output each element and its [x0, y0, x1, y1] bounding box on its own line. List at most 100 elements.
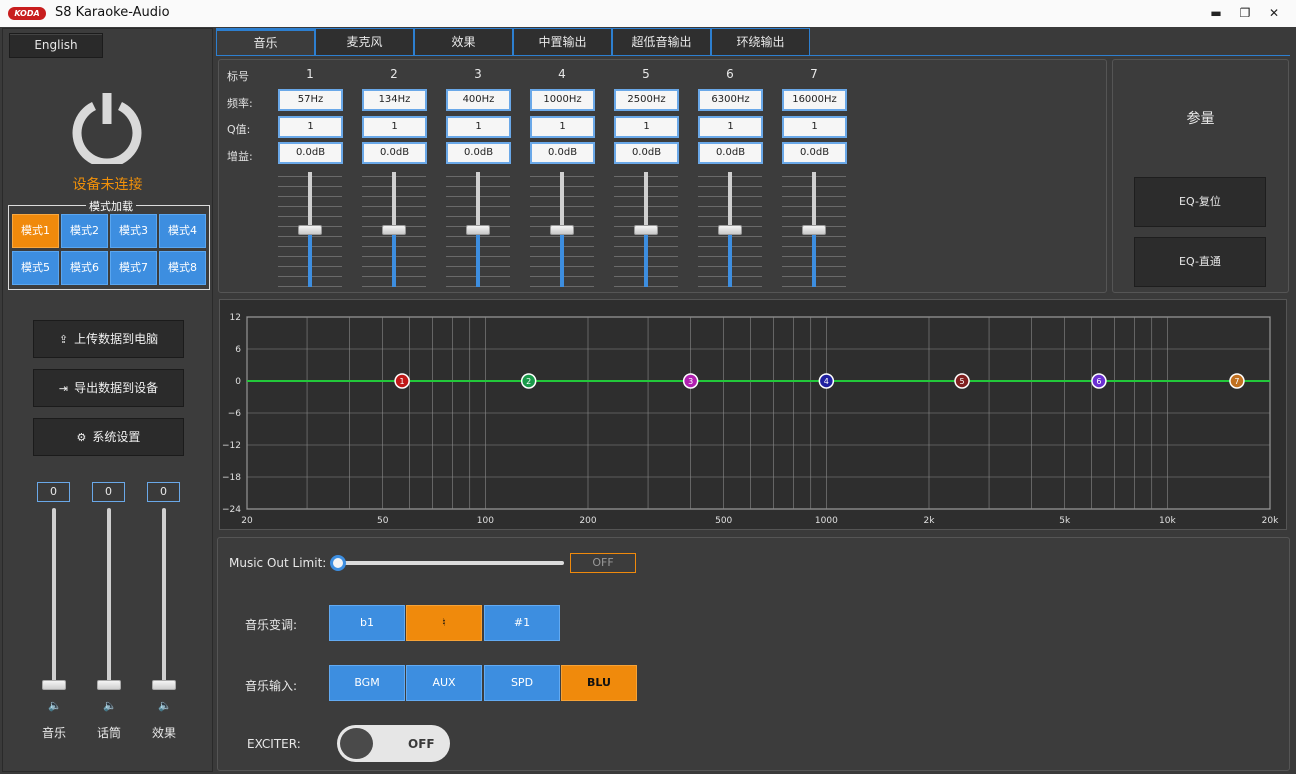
mode-button-6[interactable]: 模式6: [61, 251, 108, 285]
band-gain-2[interactable]: 0.0dB: [362, 142, 427, 164]
band-q-2[interactable]: 1: [362, 116, 427, 138]
mode-button-5[interactable]: 模式5: [12, 251, 59, 285]
eq-curve-graph[interactable]: 1260−6−12−18−2420 50 100 200 500 1000 2k 5k 10k 2…: [219, 299, 1287, 530]
mode-button-7[interactable]: 模式7: [110, 251, 157, 285]
speaker-icon[interactable]: 🔈: [48, 699, 62, 712]
band-gain-thumb-4[interactable]: [550, 225, 574, 235]
volume-thumb-2[interactable]: [97, 680, 121, 690]
exciter-toggle-knob[interactable]: [340, 728, 373, 759]
action-button-1[interactable]: ⇪ 上传数据到电脑: [33, 320, 184, 358]
band-gain-fill-4: [560, 230, 564, 287]
band-freq-7[interactable]: 16000Hz: [782, 89, 847, 111]
band-freq-6[interactable]: 6300Hz: [698, 89, 763, 111]
band-q-7[interactable]: 1: [782, 116, 847, 138]
input-button-1[interactable]: BGM: [329, 665, 405, 701]
band-gain-7[interactable]: 0.0dB: [782, 142, 847, 164]
pitch-button-2[interactable]: ♮: [406, 605, 482, 641]
tab-4[interactable]: 中置输出: [513, 28, 612, 56]
mode-button-1[interactable]: 模式1: [12, 214, 59, 248]
graph-x-tick: 100: [477, 516, 494, 526]
volume-value-1[interactable]: 0: [37, 482, 70, 502]
speaker-icon[interactable]: 🔈: [103, 699, 117, 712]
action-button-3[interactable]: ⚙ 系统设置: [33, 418, 184, 456]
volume-thumb-3[interactable]: [152, 680, 176, 690]
band-gain-thumb-6[interactable]: [718, 225, 742, 235]
volume-track-1[interactable]: [52, 508, 56, 684]
band-gain-3[interactable]: 0.0dB: [446, 142, 511, 164]
band-q-5[interactable]: 1: [614, 116, 679, 138]
pitch-button-3[interactable]: #1: [484, 605, 560, 641]
band-freq-1[interactable]: 57Hz: [278, 89, 343, 111]
band-q-6[interactable]: 1: [698, 116, 763, 138]
close-button[interactable]: ✕: [1264, 4, 1284, 22]
input-button-4[interactable]: BLU: [561, 665, 637, 701]
eq-point-label-4: 4: [824, 377, 829, 386]
language-button[interactable]: English: [9, 33, 103, 58]
band-gain-fill-6: [728, 230, 732, 287]
volume-label-2: 话筒: [97, 726, 122, 740]
band-freq-4[interactable]: 1000Hz: [530, 89, 595, 111]
band-gain-fill-3: [476, 230, 480, 287]
graph-x-tick: 5k: [1059, 516, 1071, 526]
speaker-icon[interactable]: 🔈: [158, 699, 172, 712]
tab-6[interactable]: 环绕输出: [711, 28, 810, 56]
gear-icon: ⚙: [76, 431, 87, 444]
band-freq-5[interactable]: 2500Hz: [614, 89, 679, 111]
tab-underline: [216, 55, 1290, 56]
band-q-3[interactable]: 1: [446, 116, 511, 138]
band-freq-2[interactable]: 134Hz: [362, 89, 427, 111]
pitch-button-1[interactable]: b1: [329, 605, 405, 641]
minimize-button[interactable]: ▬: [1206, 4, 1226, 22]
band-gain-thumb-3[interactable]: [466, 225, 490, 235]
music-out-limit-slider[interactable]: [336, 561, 564, 565]
tab-5[interactable]: 超低音输出: [612, 28, 711, 56]
mode-button-2[interactable]: 模式2: [61, 214, 108, 248]
band-gain-4[interactable]: 0.0dB: [530, 142, 595, 164]
tab-3[interactable]: 效果: [414, 28, 513, 56]
input-button-3[interactable]: SPD: [484, 665, 560, 701]
mode-button-8[interactable]: 模式8: [159, 251, 206, 285]
band-gain-6[interactable]: 0.0dB: [698, 142, 763, 164]
maximize-button[interactable]: ❐: [1235, 4, 1255, 22]
band-gain-thumb-5[interactable]: [634, 225, 658, 235]
music-out-limit-thumb[interactable]: [330, 555, 346, 571]
mode-button-4[interactable]: 模式4: [159, 214, 206, 248]
tab-1[interactable]: 音乐: [216, 28, 315, 56]
band-gain-1[interactable]: 0.0dB: [278, 142, 343, 164]
volume-value-2[interactable]: 0: [92, 482, 125, 502]
band-number-7: 7: [810, 67, 818, 81]
action-button-label: 上传数据到电脑: [74, 332, 159, 346]
band-number-4: 4: [558, 67, 566, 81]
graph-y-tick: −12: [222, 441, 241, 451]
eq-point-label-5: 5: [959, 377, 964, 386]
graph-x-tick: 500: [715, 516, 732, 526]
band-gain-thumb-7[interactable]: [802, 225, 826, 235]
band-gain-5[interactable]: 0.0dB: [614, 142, 679, 164]
graph-x-tick: 20: [241, 516, 253, 526]
music-out-limit-toggle[interactable]: OFF: [570, 553, 636, 573]
volume-track-3[interactable]: [162, 508, 166, 684]
band-number-5: 5: [642, 67, 650, 81]
action-button-2[interactable]: ⇥ 导出数据到设备: [33, 369, 184, 407]
mode-button-3[interactable]: 模式3: [110, 214, 157, 248]
volume-track-2[interactable]: [107, 508, 111, 684]
pitch-label: 音乐变调:: [245, 618, 298, 632]
graph-x-tick: 200: [579, 516, 596, 526]
volume-value-3[interactable]: 0: [147, 482, 180, 502]
band-freq-3[interactable]: 400Hz: [446, 89, 511, 111]
window-title: S8 Karaoke-Audio: [55, 5, 170, 20]
eq-bypass-button[interactable]: EQ-直通: [1134, 237, 1266, 287]
action-button-label: 系统设置: [92, 430, 141, 444]
power-icon[interactable]: [70, 90, 144, 164]
band-gain-thumb-1[interactable]: [298, 225, 322, 235]
volume-thumb-1[interactable]: [42, 680, 66, 690]
upload-icon: ⇪: [58, 333, 69, 346]
eq-reset-button[interactable]: EQ-复位: [1134, 177, 1266, 227]
band-q-4[interactable]: 1: [530, 116, 595, 138]
tab-2[interactable]: 麦克风: [315, 28, 414, 56]
band-gain-thumb-2[interactable]: [382, 225, 406, 235]
graph-x-tick: 50: [377, 516, 389, 526]
exciter-state: OFF: [408, 737, 435, 751]
input-button-2[interactable]: AUX: [406, 665, 482, 701]
band-q-1[interactable]: 1: [278, 116, 343, 138]
